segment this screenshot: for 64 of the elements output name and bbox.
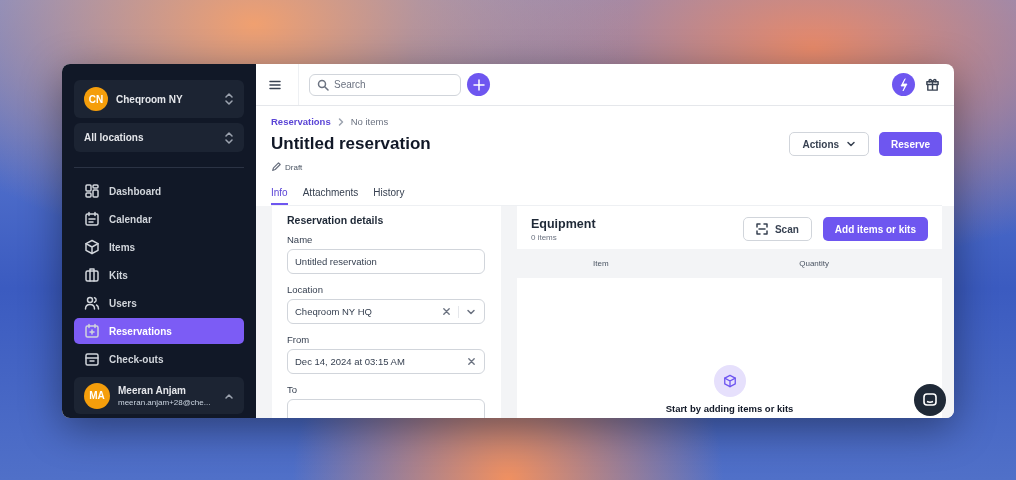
date-field[interactable] [287,399,485,418]
nav-item[interactable]: Check-outs [74,346,244,372]
add-button[interactable] [467,73,490,96]
nav-item[interactable]: Dashboard [74,178,244,204]
suitcase-icon [84,267,100,283]
pencil-icon [271,162,281,172]
users-icon [84,295,100,311]
user-name: Meeran Anjam [118,384,187,396]
nav-item[interactable]: Reservations [74,318,244,344]
actions-button[interactable]: Actions [789,132,870,156]
section-heading: Equipment [531,216,597,231]
cube-icon [84,239,100,255]
breadcrumb-current: No items [350,116,389,127]
breadcrumb-link[interactable]: Reservations [271,116,331,127]
avatar: CN [84,87,108,111]
date-field[interactable]: Dec 14, 2024 at 03:15 AM [287,349,485,374]
user-card[interactable]: MA Meeran Anjam meeran.anjam+28@che... [74,377,244,414]
avatar: MA [84,382,110,409]
calendar-icon [84,211,100,227]
chevron-up-icon [224,391,234,400]
plus-icon [471,77,486,92]
field-label: Location [287,284,324,295]
nav-item[interactable]: Kits [74,262,244,288]
item-count: 0 items [531,232,558,242]
search-field[interactable]: Search [309,73,461,96]
field-label: To [287,384,299,395]
page-title: Untitled reservation [271,134,432,154]
tray-icon [84,351,100,367]
calendar-plus-icon [84,323,100,339]
section-heading: Reservation details [287,214,385,226]
location-label: All locations [84,132,145,143]
chat-icon [922,392,938,408]
workspace-selector[interactable]: CN Cheqroom NY [74,80,244,118]
input-field[interactable]: Untitled reservation [287,249,485,274]
scan-icon [755,223,768,235]
close-icon [467,357,476,366]
gift-icon [925,77,940,92]
workspace-name: Cheqroom NY [116,93,184,105]
field-label: Name [287,234,314,245]
nav-item[interactable]: Users [74,290,244,316]
reserve-button[interactable]: Reserve [879,132,942,156]
lightning-button[interactable] [892,73,915,96]
scan-button[interactable]: Scan [742,217,812,241]
grid-icon [84,183,100,199]
location-selector[interactable]: All locations [74,123,244,152]
field-label: From [287,334,311,345]
chevron-down-icon [846,140,857,148]
column-header: Quantity [799,259,829,268]
cube-icon [713,365,746,397]
nav-item[interactable]: Calendar [74,206,244,232]
chevron-up-down-icon [224,93,234,105]
empty-message: Start by adding items or kits [665,403,794,414]
status-label: Draft [285,162,303,172]
tab[interactable]: Attachments [302,183,359,205]
chevron-right-icon [336,116,345,127]
chevron-down-icon [466,307,476,316]
column-header: Item [593,259,609,268]
tab[interactable]: History [373,183,405,205]
add-items-button[interactable]: Add items or kits [822,217,928,241]
select-field[interactable]: Cheqroom NY HQ [287,299,485,324]
close-icon [442,307,451,316]
chevron-up-down-icon [224,131,234,144]
user-email: meeran.anjam+28@che... [118,397,212,407]
nav-item[interactable]: Items [74,234,244,260]
